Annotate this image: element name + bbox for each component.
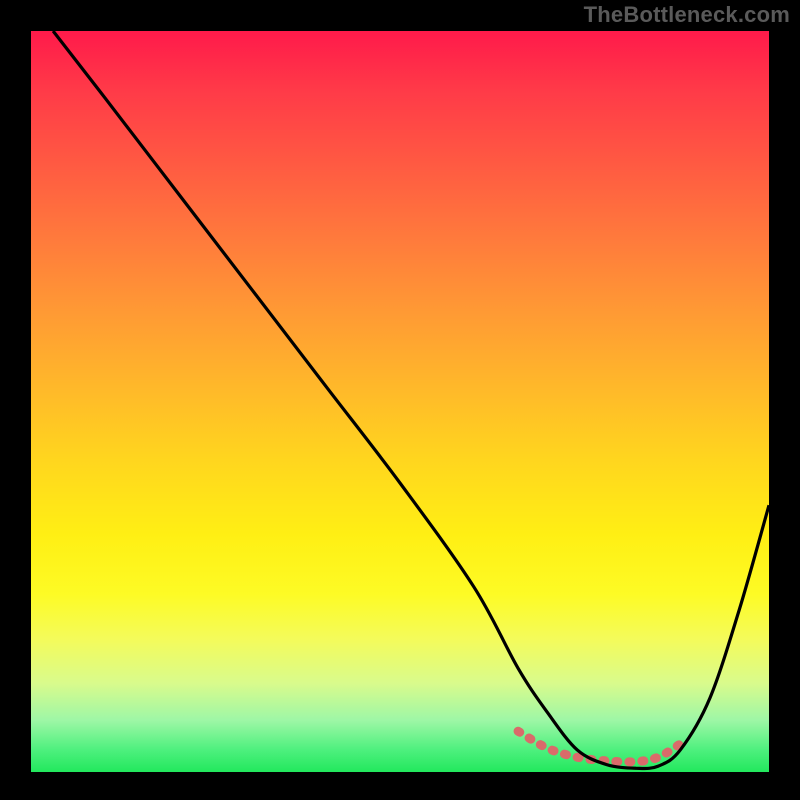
bottleneck-curve xyxy=(53,31,769,769)
optimal-band xyxy=(518,731,680,762)
plot-area xyxy=(31,31,769,772)
curve-layer xyxy=(31,31,769,772)
attribution-text: TheBottleneck.com xyxy=(584,2,790,28)
chart-frame: TheBottleneck.com xyxy=(0,0,800,800)
